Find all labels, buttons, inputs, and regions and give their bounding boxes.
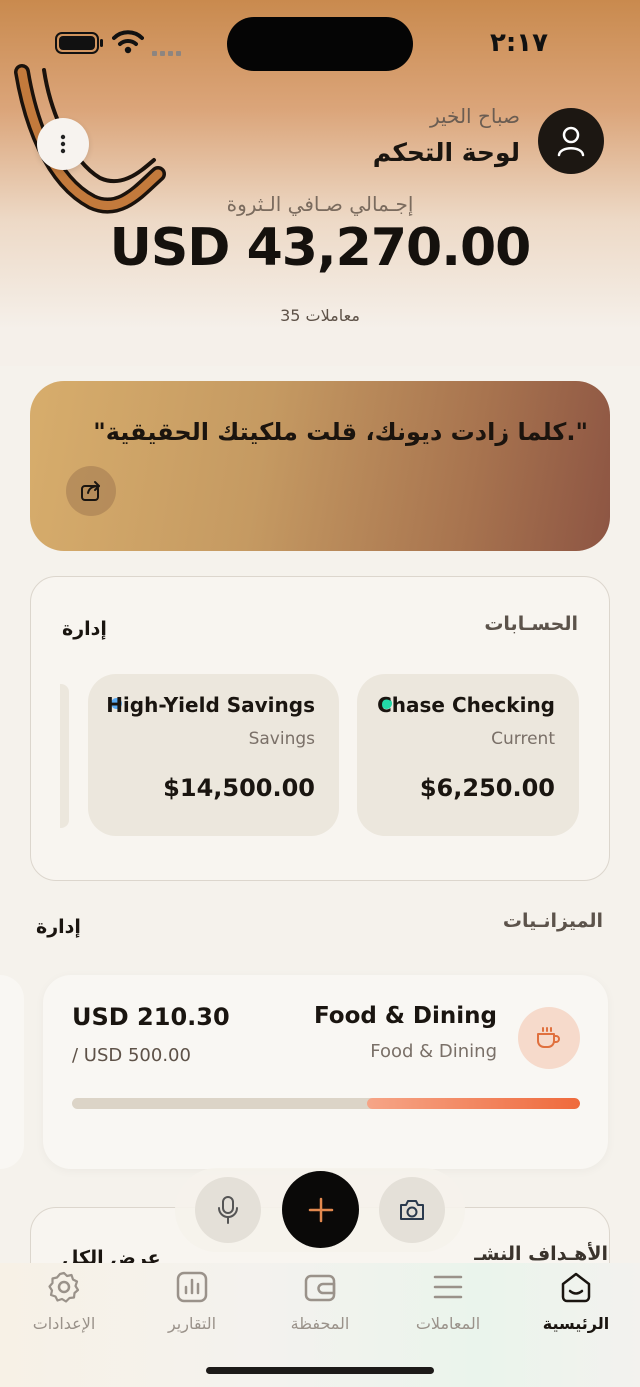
account-tile-peek [60,684,69,828]
user-icon [557,126,585,157]
tab-home[interactable]: الرئيسية [512,1270,640,1346]
account-balance: $6,250.00 [419,774,555,802]
profile-avatar[interactable] [538,108,604,174]
budget-spent: USD 210.30 [72,1003,230,1031]
share-button[interactable] [66,466,116,516]
plus-icon [308,1197,333,1222]
accounts-title: الحسـابات [484,613,578,635]
budget-category-icon [518,1007,580,1069]
gear-icon [48,1271,80,1303]
budget-name: Food & Dining [314,1003,497,1029]
add-transaction-button[interactable] [282,1171,359,1248]
page-title: لوحة التحكم [372,138,520,167]
greeting-text: صباح الخير [429,104,520,128]
budgets-manage-link[interactable]: إدارة [36,916,81,938]
scan-receipt-button[interactable] [379,1177,445,1243]
more-options-button[interactable] [37,118,89,170]
dynamic-island [227,17,413,71]
voice-input-button[interactable] [195,1177,261,1243]
signal-icon [152,42,188,61]
share-icon [81,481,100,501]
budget-card-peek [0,975,24,1169]
tab-label: الرئيسية [542,1314,610,1333]
net-worth-value: USD 43,270.00 [109,218,532,278]
transactions-count: 35 معاملات [280,306,360,325]
budget-category: Food & Dining [370,1041,497,1062]
tab-label: التقارير [167,1314,217,1333]
list-icon [433,1275,463,1299]
account-balance: $14,500.00 [163,774,315,802]
tab-wallet[interactable]: المحفظة [256,1270,384,1346]
quote-text: "كلما زادت ديونك، قلت ملكيتك الحقيقية." [93,418,588,446]
camera-icon [400,1200,424,1220]
battery-icon [55,31,105,59]
home-icon [561,1272,591,1303]
status-time: ٢:١٧ [490,28,549,58]
budget-limit: / USD 500.00 [72,1045,191,1066]
goals-title: الأهـداف النشـ [474,1243,608,1265]
coffee-icon [537,1027,560,1048]
tab-transactions[interactable]: المعاملات [384,1270,512,1346]
budgets-title: الميزانـيات [502,910,603,932]
chart-icon [176,1271,208,1303]
budget-progress-fill [366,1098,580,1109]
tab-settings[interactable]: الإعدادات [0,1270,128,1346]
account-type: Current [491,729,555,749]
tab-label: الإعدادات [32,1314,96,1333]
quote-card [30,381,610,551]
home-indicator [206,1367,434,1374]
accounts-manage-link[interactable]: إدارة [62,618,107,640]
tab-reports[interactable]: التقارير [128,1270,256,1346]
budget-progress-bar [72,1098,580,1109]
microphone-icon [218,1196,238,1224]
account-name: Chase Checking [377,693,555,717]
account-type: Savings [248,729,315,749]
wifi-icon [112,30,144,58]
net-worth-label: إجـمالي صـافي الـثروة [226,192,414,216]
account-name: High-Yield Savings [106,693,315,717]
tab-label: المعاملات [415,1314,481,1333]
tab-label: المحفظة [290,1314,350,1333]
more-vertical-icon [60,134,66,154]
wallet-icon [304,1274,336,1302]
